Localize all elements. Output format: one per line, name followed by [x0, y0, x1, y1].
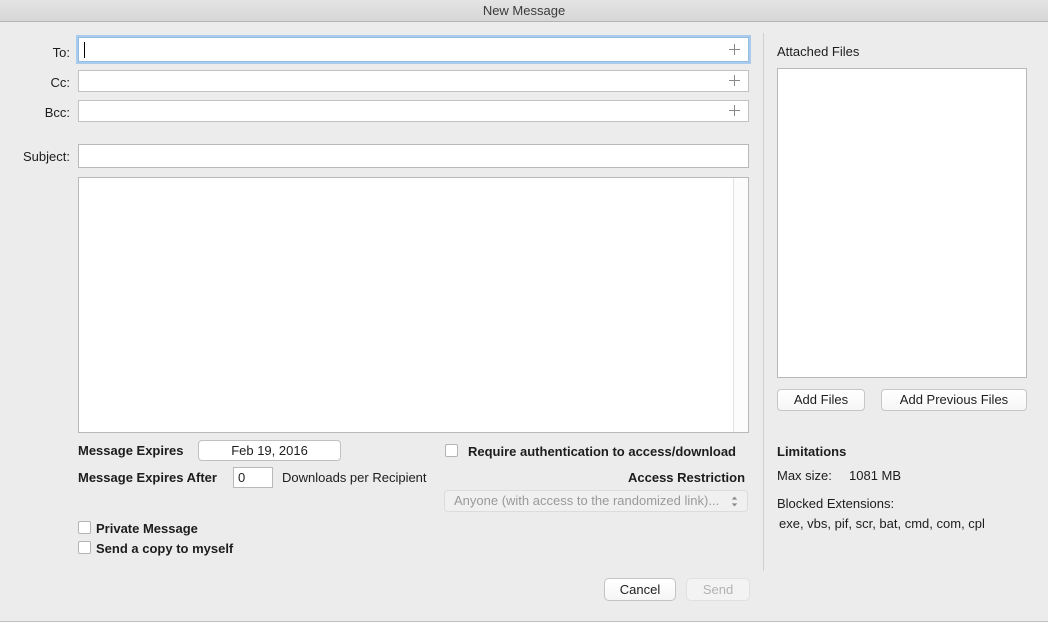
- max-size-value: 1081 MB: [849, 468, 901, 484]
- attached-files-title: Attached Files: [777, 44, 859, 59]
- private-message-checkbox[interactable]: [78, 521, 91, 534]
- private-message-label: Private Message: [96, 521, 198, 537]
- require-authentication-checkbox[interactable]: [445, 444, 458, 457]
- access-restriction-label: Access Restriction: [628, 470, 745, 486]
- send-button: Send: [686, 578, 750, 601]
- new-message-window: New Message To: Cc: Bcc: Subject: Messag…: [0, 0, 1048, 622]
- add-recipient-to-icon[interactable]: [729, 44, 740, 55]
- subject-input[interactable]: [78, 144, 749, 168]
- window-titlebar[interactable]: New Message: [0, 0, 1048, 22]
- attached-files-list[interactable]: [777, 68, 1027, 378]
- add-recipient-bcc-icon[interactable]: [729, 105, 740, 116]
- add-files-button[interactable]: Add Files: [777, 389, 865, 411]
- add-recipient-cc-icon[interactable]: [729, 75, 740, 86]
- message-expires-after-label: Message Expires After: [78, 470, 217, 486]
- cancel-button[interactable]: Cancel: [604, 578, 676, 601]
- message-body-scrollbar[interactable]: [733, 178, 748, 432]
- bcc-input[interactable]: [78, 100, 749, 122]
- limitations-title: Limitations: [777, 444, 846, 460]
- blocked-extensions-value: exe, vbs, pif, scr, bat, cmd, com, cpl: [779, 516, 985, 532]
- max-size-label: Max size:: [777, 468, 832, 484]
- downloads-per-recipient-label: Downloads per Recipient: [282, 470, 427, 486]
- bcc-label: Bcc:: [8, 105, 70, 121]
- to-input[interactable]: [78, 37, 749, 62]
- send-copy-checkbox[interactable]: [78, 541, 91, 554]
- message-expires-label: Message Expires: [78, 443, 184, 459]
- access-restriction-value: Anyone (with access to the randomized li…: [454, 491, 719, 511]
- subject-label: Subject:: [8, 149, 70, 165]
- cc-label: Cc:: [8, 75, 70, 91]
- text-caret: [84, 42, 85, 58]
- blocked-extensions-label: Blocked Extensions:: [777, 496, 894, 512]
- message-body-input[interactable]: [78, 177, 749, 433]
- add-previous-files-button[interactable]: Add Previous Files: [881, 389, 1027, 411]
- access-restriction-select[interactable]: Anyone (with access to the randomized li…: [444, 490, 748, 512]
- cc-input[interactable]: [78, 70, 749, 92]
- require-authentication-label: Require authentication to access/downloa…: [468, 444, 736, 460]
- message-expires-date-field[interactable]: Feb 19, 2016: [198, 440, 341, 461]
- chevron-up-down-icon: [730, 495, 739, 508]
- downloads-count-input[interactable]: 0: [233, 467, 273, 488]
- to-label: To:: [8, 45, 70, 61]
- window-title: New Message: [0, 0, 1048, 21]
- send-copy-label: Send a copy to myself: [96, 541, 233, 557]
- panel-divider: [763, 33, 764, 571]
